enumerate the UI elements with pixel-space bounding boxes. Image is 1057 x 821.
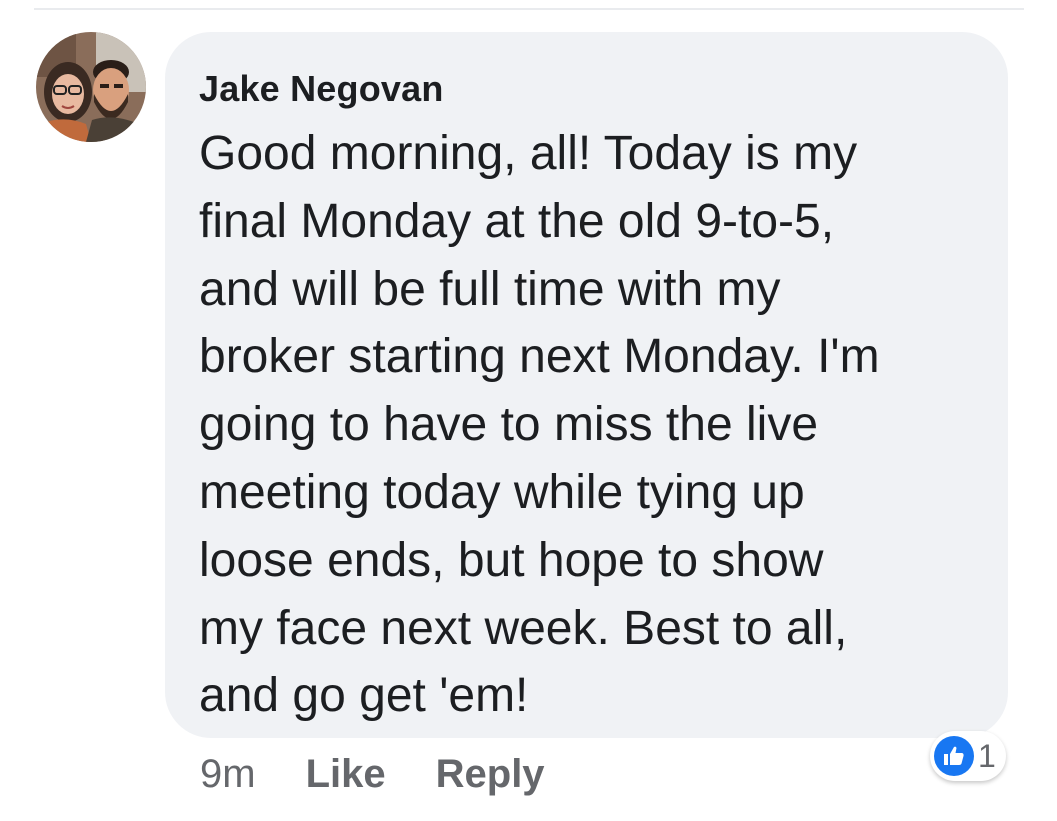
comment-line: final Monday at the old 9-to-5, [199, 194, 835, 248]
comment-line: my face next week. Best to all, [199, 601, 848, 655]
divider [34, 8, 1024, 10]
reaction-summary[interactable]: 1 [930, 731, 1006, 781]
avatar[interactable] [36, 32, 146, 142]
comment-view: Jake Negovan Good morning, all! Today is… [0, 0, 1057, 821]
comment-line: and go get 'em! [199, 669, 529, 723]
author-name[interactable]: Jake Negovan [199, 68, 444, 110]
avatar-photo [36, 32, 146, 142]
comment-text: Good morning, all! Today is my final Mon… [199, 120, 989, 730]
comment-line: meeting today while tying up [199, 465, 805, 519]
comment-bubble: Jake Negovan Good morning, all! Today is… [165, 32, 1008, 738]
comment-line: broker starting next Monday. I'm [199, 330, 880, 384]
timestamp[interactable]: 9m [200, 752, 256, 797]
comment-line: loose ends, but hope to show [199, 533, 824, 587]
thumbs-up-icon [934, 736, 974, 776]
comment-line: going to have to miss the live [199, 398, 819, 452]
comment-actions: 9m Like Reply [200, 752, 595, 800]
reaction-count: 1 [978, 737, 996, 774]
reply-button[interactable]: Reply [436, 752, 545, 797]
comment-line: Good morning, all! Today is my [199, 127, 858, 180]
like-button[interactable]: Like [306, 752, 386, 797]
comment-line: and will be full time with my [199, 262, 781, 316]
